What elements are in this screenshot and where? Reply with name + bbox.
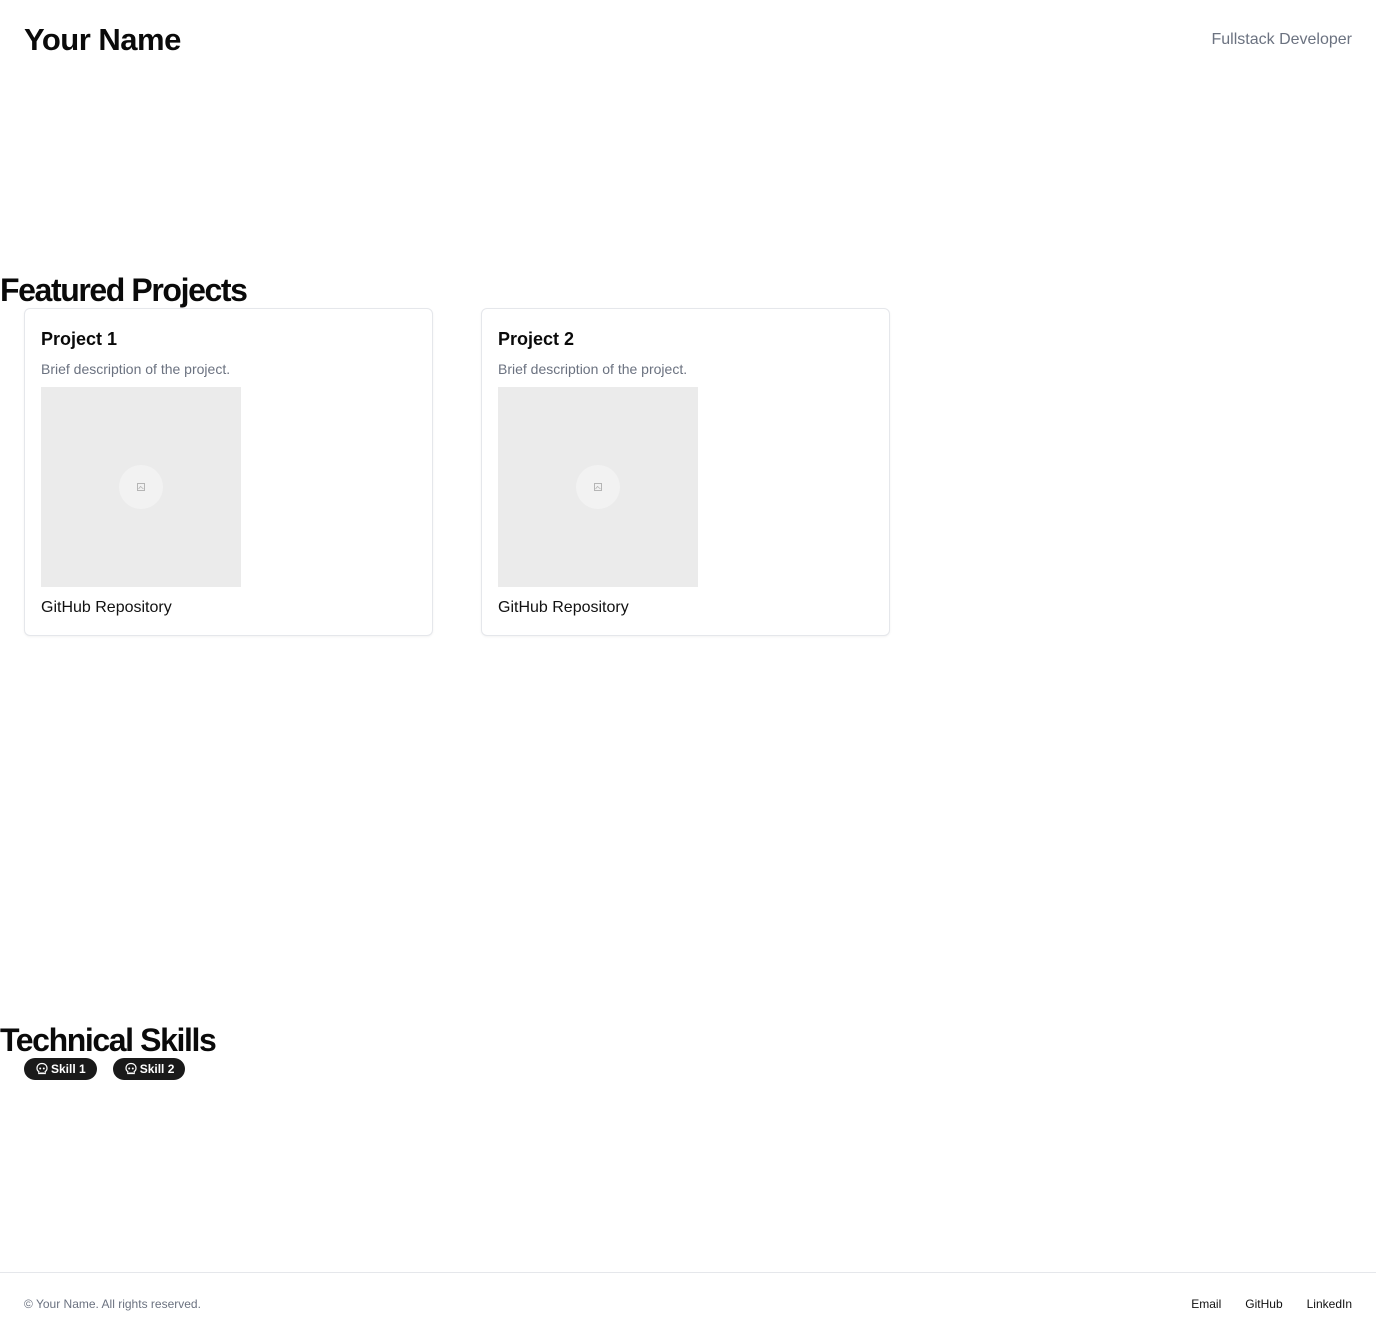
skills-heading: Technical Skills bbox=[0, 1022, 217, 1058]
site-role: Fullstack Developer bbox=[1211, 31, 1353, 48]
project-card: Project 2 Brief description of the proje… bbox=[481, 308, 890, 636]
site-footer: © Your Name. All rights reserved. Email … bbox=[0, 1272, 1376, 1337]
image-icon bbox=[119, 465, 163, 509]
skull-icon bbox=[35, 1062, 49, 1076]
project-title: Project 2 bbox=[498, 329, 575, 349]
skills-list: Skill 1 Skill 2 bbox=[24, 1058, 186, 1080]
github-repository-link[interactable]: GitHub Repository bbox=[41, 597, 416, 619]
skill-label: Skill 2 bbox=[139, 1062, 175, 1076]
copyright-text: © Your Name. All rights reserved. bbox=[24, 1297, 201, 1311]
project-image bbox=[41, 387, 241, 587]
page: Your Name Fullstack Developer Featured P… bbox=[0, 0, 1376, 1337]
skill-badge: Skill 1 bbox=[24, 1058, 97, 1080]
footer-link-github[interactable]: GitHub bbox=[1245, 1297, 1282, 1311]
footer-links: Email GitHub LinkedIn bbox=[1191, 1297, 1352, 1311]
projects-heading: Featured Projects bbox=[0, 272, 248, 308]
project-description: Brief description of the project. bbox=[498, 361, 688, 377]
projects-grid: Project 1 Brief description of the proje… bbox=[24, 308, 890, 636]
footer-link-linkedin[interactable]: LinkedIn bbox=[1307, 1297, 1352, 1311]
footer-link-email[interactable]: Email bbox=[1191, 1297, 1221, 1311]
skill-label: Skill 1 bbox=[51, 1062, 86, 1076]
image-icon bbox=[576, 465, 620, 509]
site-header: Your Name Fullstack Developer bbox=[24, 18, 1352, 62]
github-repository-link[interactable]: GitHub Repository bbox=[498, 597, 873, 619]
project-title: Project 1 bbox=[41, 329, 118, 349]
skill-badge: Skill 2 bbox=[112, 1058, 186, 1080]
skull-icon bbox=[124, 1062, 138, 1076]
site-title: Your Name bbox=[24, 22, 181, 57]
project-image bbox=[498, 387, 698, 587]
project-description: Brief description of the project. bbox=[41, 361, 231, 377]
project-card: Project 1 Brief description of the proje… bbox=[24, 308, 433, 636]
